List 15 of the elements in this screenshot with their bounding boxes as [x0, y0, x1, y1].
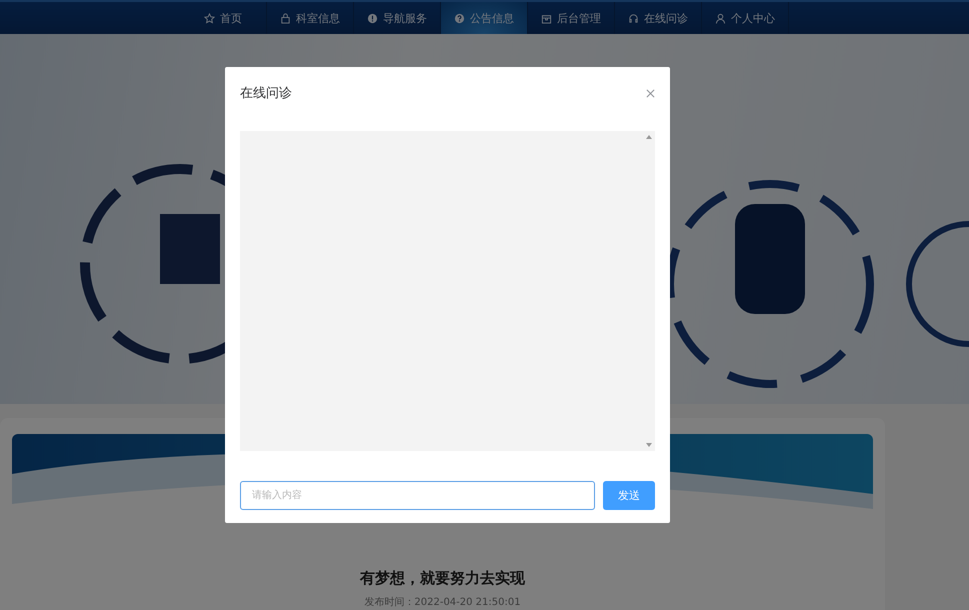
info-icon: [367, 12, 378, 24]
dialog-title: 在线问诊: [240, 85, 292, 102]
scroll-up-icon[interactable]: [646, 135, 652, 139]
send-button[interactable]: 发送: [603, 481, 655, 510]
scroll-down-icon[interactable]: [646, 443, 652, 447]
close-icon[interactable]: [646, 88, 655, 98]
nav-tab[interactable]: 公告信息: [441, 2, 528, 34]
message-input[interactable]: 请输入内容: [240, 481, 595, 510]
headset-icon: [628, 12, 639, 24]
star-icon: [204, 12, 215, 24]
user-icon: [715, 12, 726, 24]
question-icon: [454, 12, 465, 24]
article-title: 有梦想，就要努力去实现: [360, 569, 525, 588]
article-date: 发布时间：2022-04-20 21:50:01: [364, 596, 521, 609]
box-icon: [541, 12, 552, 24]
